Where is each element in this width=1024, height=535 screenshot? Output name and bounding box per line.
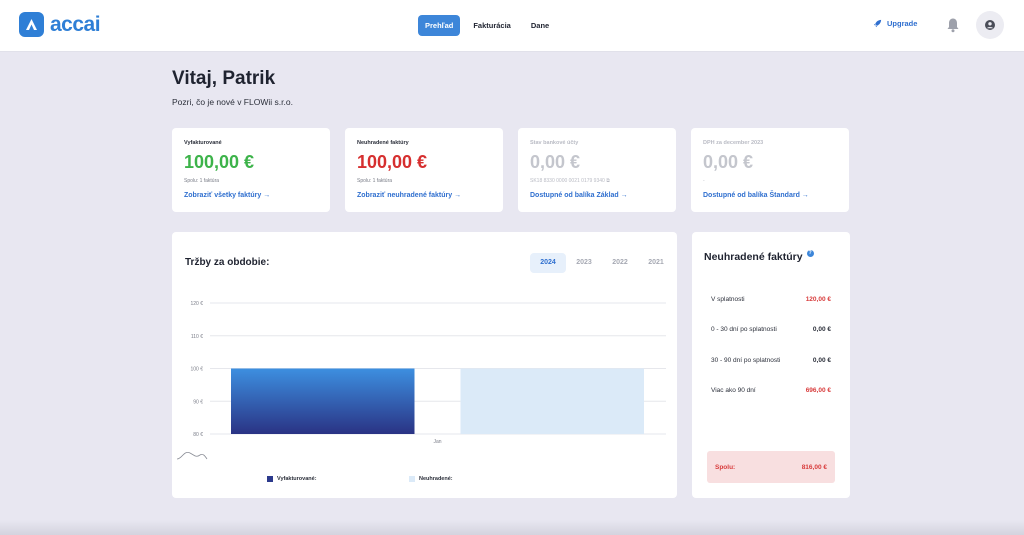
top-bar: accai Prehľad Fakturácia Dane Upgrade	[0, 0, 1024, 52]
legend-item-unpaid: Neuhradené:	[409, 476, 453, 482]
info-icon[interactable]: ?	[806, 249, 814, 257]
unpaid-row-amount: 696,00 €	[805, 387, 831, 394]
y-tick-label: 110 €	[191, 334, 203, 340]
stat-card-unpaid: Neuhradené faktúry 100,00 € Spolu: 1 fak…	[345, 128, 503, 212]
stat-label: Stav bankové účty	[530, 140, 579, 146]
unpaid-title-text: Neuhradené faktúry	[704, 251, 803, 263]
unpaid-total-amount: 816,00 €	[801, 463, 827, 471]
y-tick-label: 100 €	[190, 367, 203, 373]
copy-icon[interactable]: ⧉	[606, 178, 610, 184]
unpaid-row-amount: 0,00 €	[812, 357, 831, 364]
stat-card-bank-accounts: Stav bankové účty 0,00 € SK18 8330 0000 …	[518, 128, 676, 212]
unpaid-row-over-90: Viac ako 90 dní 696,00 €	[711, 387, 831, 394]
stat-meta: Spolu: 1 faktúra	[184, 178, 220, 184]
unpaid-row-30-90: 30 - 90 dní po splatnosti 0,00 €	[711, 357, 831, 364]
legend-swatch	[267, 476, 273, 482]
revenue-bar-chart: 120 € 110 € 100 € 90 € 80 € Jan	[176, 301, 666, 460]
unpaid-row-amount: 120,00 €	[805, 296, 831, 303]
upgrade-label: Upgrade	[887, 19, 918, 28]
unpaid-row-amount: 0,00 €	[812, 326, 831, 333]
stat-meta: Spolu: 1 faktúra	[357, 178, 393, 184]
logo-mark-icon	[19, 12, 44, 37]
iban-text: SK18 8330 0000 0021 0179 9340	[530, 178, 605, 184]
unpaid-invoices-card: Neuhradené faktúry ? V splatnosti 120,00…	[692, 232, 850, 498]
stat-value: 0,00 €	[530, 152, 581, 172]
brand-name: accai	[50, 12, 101, 36]
stat-card-vat: DPH za december 2023 0,00 € - Dostupné o…	[691, 128, 849, 212]
page-title: Vitaj, Patrik	[172, 68, 276, 89]
stat-value: 0,00 €	[703, 152, 754, 172]
stat-card-invoiced: Vyfakturované 100,00 € Spolu: 1 faktúra …	[172, 128, 330, 212]
unpaid-total: Spolu: 816,00 €	[707, 451, 835, 483]
y-tick-label: 120 €	[190, 301, 203, 307]
bottom-shade	[0, 520, 1024, 535]
available-from-standard-link[interactable]: Dostupné od balíka Štandard →	[703, 192, 809, 199]
unpaid-total-label: Spolu:	[715, 463, 736, 471]
user-icon	[985, 20, 995, 30]
unpaid-row-label: V splatnosti	[711, 296, 745, 303]
legend-label: Neuhradené:	[419, 476, 453, 482]
legend-label: Vyfakturované:	[277, 476, 317, 482]
main-nav: Prehľad Fakturácia Dane	[418, 15, 556, 36]
stat-label: Vyfakturované	[184, 140, 222, 146]
page-subtitle: Pozri, čo je nové v FLOWii s.r.o.	[172, 97, 293, 107]
stat-meta: SK18 8330 0000 0021 0179 9340 ⧉	[530, 178, 664, 184]
revenue-chart-card: Tržby za obdobie: 2024 2023 2022 2021 12…	[172, 232, 677, 498]
stat-label: DPH za december 2023	[703, 140, 764, 146]
bar-unpaid	[460, 368, 644, 434]
legend-swatch	[409, 476, 415, 482]
stat-meta: -	[703, 178, 705, 184]
unpaid-row-label: Viac ako 90 dní	[711, 387, 756, 394]
unpaid-row-label: 0 - 30 dní po splatnosti	[711, 326, 777, 333]
unpaid-row-0-30: 0 - 30 dní po splatnosti 0,00 €	[711, 326, 831, 333]
nav-tab-fakturacia[interactable]: Fakturácia	[466, 15, 518, 36]
show-unpaid-invoices-link[interactable]: Zobraziť neuhradené faktúry →	[357, 192, 461, 199]
unpaid-row-label: 30 - 90 dní po splatnosti	[711, 357, 781, 364]
stat-value: 100,00 €	[357, 152, 428, 172]
bell-icon[interactable]	[946, 17, 960, 33]
avatar[interactable]	[976, 11, 1004, 39]
stat-label: Neuhradené faktúry	[357, 140, 409, 146]
rocket-icon	[873, 19, 882, 28]
stat-value: 100,00 €	[184, 152, 255, 172]
x-tick-label: Jan	[433, 439, 441, 445]
bar-invoiced	[231, 368, 415, 434]
nav-tab-dane[interactable]: Dane	[524, 15, 556, 36]
upgrade-button[interactable]: Upgrade	[873, 19, 917, 28]
y-tick-label: 90 €	[193, 399, 203, 405]
legend-item-invoiced: Vyfakturované:	[267, 476, 317, 482]
show-all-invoices-link[interactable]: Zobraziť všetky faktúry →	[184, 192, 270, 199]
y-tick-label: 80 €	[193, 432, 203, 438]
logo[interactable]: accai	[19, 12, 101, 37]
overview-sparkline	[176, 452, 208, 460]
unpaid-row-due: V splatnosti 120,00 €	[711, 296, 831, 303]
unpaid-title: Neuhradené faktúry ?	[704, 249, 814, 263]
available-from-basic-link[interactable]: Dostupné od balíka Základ →	[530, 192, 628, 199]
nav-tab-prehlad[interactable]: Prehľad	[418, 15, 461, 36]
